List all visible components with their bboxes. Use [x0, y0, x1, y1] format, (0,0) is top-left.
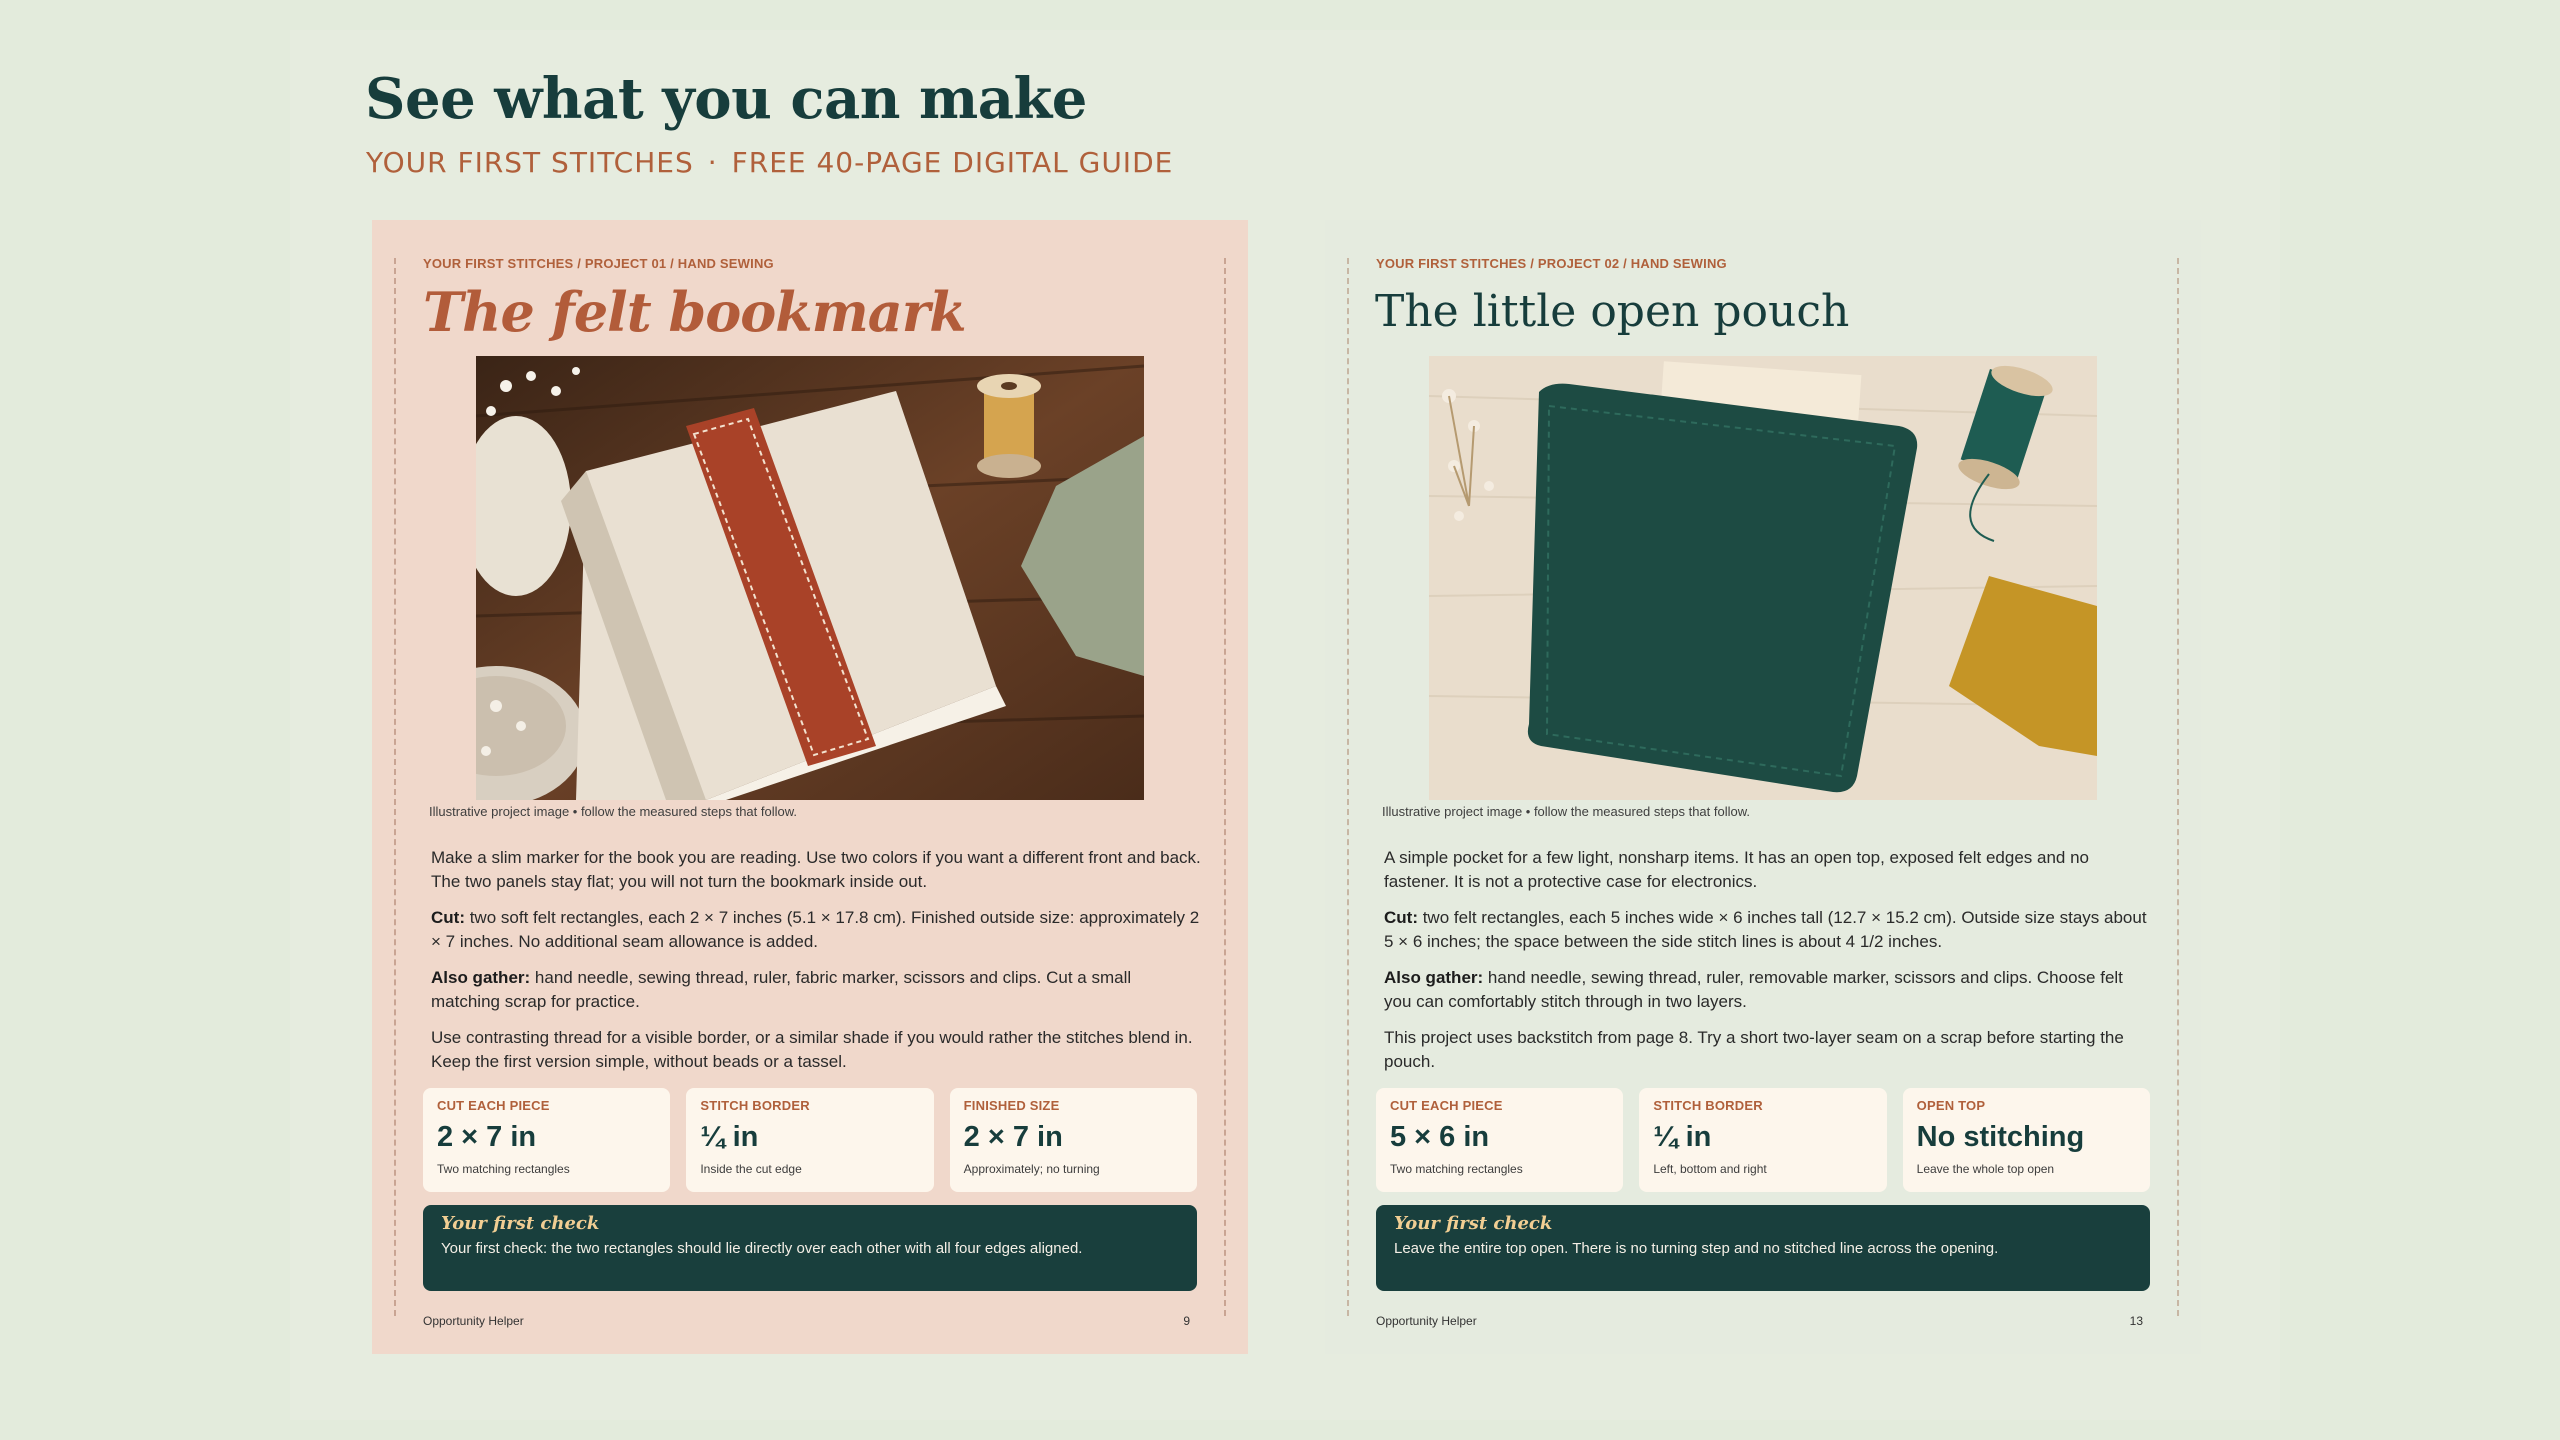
gather-paragraph: Also gather: hand needle, sewing thread,… [1384, 966, 2154, 1014]
gather-label: Also gather: [431, 968, 531, 987]
stat-value: 2 × 7 in [963, 1121, 1063, 1153]
stat-note: Two matching rectangles [437, 1162, 570, 1176]
stat-value: 5 × 6 in [1390, 1121, 1490, 1153]
cut-label: Cut: [431, 908, 465, 927]
project-instructions: Make a slim marker for the book you are … [431, 846, 1201, 1086]
stat-value: 2 × 7 in [437, 1121, 537, 1153]
intro-paragraph: Make a slim marker for the book you are … [431, 848, 1201, 891]
gather-paragraph: Also gather: hand needle, sewing thread,… [431, 966, 1201, 1014]
footer-brand: Opportunity Helper [1376, 1314, 1477, 1328]
gather-text: hand needle, sewing thread, ruler, remov… [1384, 968, 2123, 1011]
project-instructions: A simple pocket for a few light, nonshar… [1384, 846, 2154, 1086]
stat-card: FINISHED SIZE 2 × 7 in Approximately; no… [949, 1088, 1197, 1192]
stat-note: Left, bottom and right [1653, 1162, 1767, 1176]
stat-label: CUT EACH PIECE [1390, 1098, 1503, 1113]
project-title: The felt bookmark [423, 280, 967, 344]
stat-card: CUT EACH PIECE 2 × 7 in Two matching rec… [423, 1088, 671, 1192]
breadcrumb: YOUR FIRST STITCHES / PROJECT 02 / HAND … [1376, 256, 1727, 271]
stat-note: Approximately; no turning [963, 1162, 1100, 1176]
page-number: 13 [2129, 1314, 2143, 1328]
subtitle-guide-offer: FREE 40-PAGE DIGITAL GUIDE [731, 146, 1174, 179]
page-title: See what you can make [365, 66, 1087, 132]
stat-card: CUT EACH PIECE 5 × 6 in Two matching rec… [1376, 1088, 1624, 1192]
check-text: Leave the entire top open. There is no t… [1394, 1240, 1999, 1257]
measurement-cards: CUT EACH PIECE 5 × 6 in Two matching rec… [1376, 1088, 2150, 1192]
breadcrumb: YOUR FIRST STITCHES / PROJECT 01 / HAND … [423, 256, 774, 271]
tip-paragraph: Use contrasting thread for a visible bor… [431, 1028, 1193, 1071]
stat-label: CUT EACH PIECE [437, 1098, 550, 1113]
intro-paragraph: A simple pocket for a few light, nonshar… [1384, 848, 2089, 891]
dashed-margin-right [2177, 258, 2179, 1316]
check-title: Your first check [1394, 1213, 1553, 1234]
page-number: 9 [1183, 1314, 1190, 1328]
project-photo-pouch [1429, 356, 2097, 800]
photo-caption: Illustrative project image • follow the … [1382, 804, 1751, 819]
stat-label: FINISHED SIZE [963, 1098, 1060, 1113]
guide-page-pouch: YOUR FIRST STITCHES / PROJECT 02 / HAND … [1325, 220, 2201, 1354]
cut-text: two felt rectangles, each 5 inches wide … [1384, 908, 2147, 951]
cut-text: two soft felt rectangles, each 2 × 7 inc… [431, 908, 1200, 951]
check-text: Your first check: the two rectangles sho… [441, 1240, 1083, 1257]
stat-label: STITCH BORDER [1653, 1098, 1763, 1113]
stat-card: STITCH BORDER ¼ in Inside the cut edge [686, 1088, 934, 1192]
stat-card: STITCH BORDER ¼ in Left, bottom and righ… [1639, 1088, 1887, 1192]
stat-note: Two matching rectangles [1390, 1162, 1523, 1176]
stat-label: STITCH BORDER [700, 1098, 810, 1113]
cut-paragraph: Cut: two felt rectangles, each 5 inches … [1384, 906, 2154, 954]
cut-paragraph: Cut: two soft felt rectangles, each 2 × … [431, 906, 1201, 954]
tip-paragraph: This project uses backstitch from page 8… [1384, 1028, 2124, 1071]
dashed-margin-right [1224, 258, 1226, 1316]
measurement-cards: CUT EACH PIECE 2 × 7 in Two matching rec… [423, 1088, 1197, 1192]
stat-value: No stitching [1916, 1121, 2085, 1153]
subtitle-guide-name: YOUR FIRST STITCHES [366, 146, 694, 179]
gather-label: Also gather: [1384, 968, 1484, 987]
photo-caption: Illustrative project image • follow the … [429, 804, 798, 819]
check-title: Your first check [441, 1213, 600, 1234]
stat-label: OPEN TOP [1916, 1098, 1986, 1113]
gather-text: hand needle, sewing thread, ruler, fabri… [431, 968, 1132, 1011]
footer-brand: Opportunity Helper [423, 1314, 524, 1328]
cut-label: Cut: [1384, 908, 1418, 927]
stat-card: OPEN TOP No stitching Leave the whole to… [1902, 1088, 2150, 1192]
project-photo-bookmark [476, 356, 1144, 800]
dashed-margin-left [394, 258, 396, 1316]
guide-page-bookmark: YOUR FIRST STITCHES / PROJECT 01 / HAND … [372, 220, 1248, 1354]
stat-note: Leave the whole top open [1916, 1162, 2055, 1176]
first-check-callout: Your first check Leave the entire top op… [1376, 1205, 2150, 1291]
stat-value: ¼ in [1653, 1121, 1712, 1153]
first-check-callout: Your first check Your first check: the t… [423, 1205, 1197, 1291]
stat-value: ¼ in [700, 1121, 759, 1153]
subtitle-separator: · [707, 146, 718, 179]
stat-note: Inside the cut edge [700, 1162, 802, 1176]
project-title: The little open pouch [1375, 286, 1850, 337]
dashed-margin-left [1347, 258, 1349, 1316]
page-subtitle: YOUR FIRST STITCHES · FREE 40-PAGE DIGITAL… [366, 146, 1173, 179]
